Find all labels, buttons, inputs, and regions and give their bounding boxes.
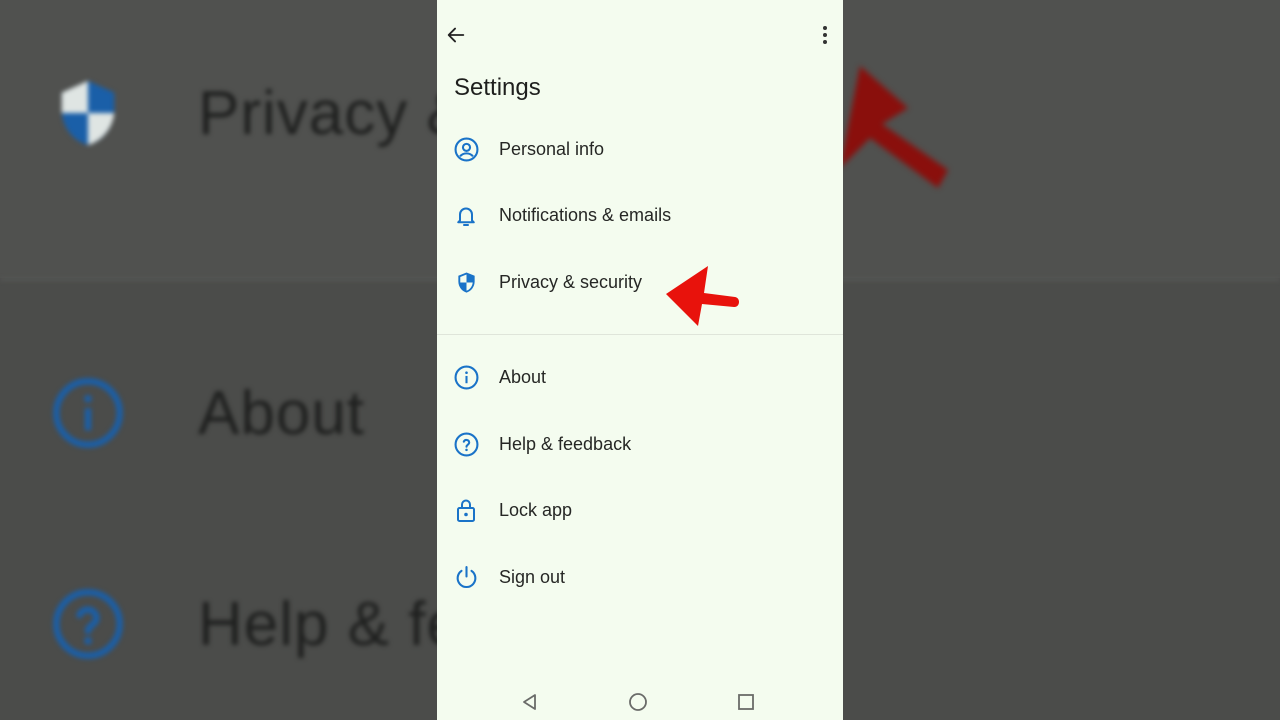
menu-item-label: Privacy & security: [499, 271, 643, 292]
triangle-back-icon: [523, 694, 536, 710]
background-item-help: Help & fe: [50, 586, 462, 662]
menu-item-sign-out[interactable]: Sign out: [437, 553, 843, 601]
nav-back-button[interactable]: [518, 690, 542, 714]
menu-item-label: Help & feedback: [499, 433, 632, 454]
info-icon: [453, 364, 479, 390]
background-pointer-arrow: [830, 58, 960, 213]
bell-icon: [453, 202, 479, 228]
background-item-label: Privacy &: [198, 78, 469, 148]
menu-item-label: Lock app: [499, 499, 573, 520]
section-divider: [437, 334, 843, 335]
menu-item-label: Personal info: [499, 138, 605, 159]
help-icon: [50, 586, 126, 662]
top-app-bar: [437, 12, 843, 58]
account-circle-icon: [453, 136, 479, 162]
lock-icon: [453, 497, 479, 523]
background-item-privacy: Privacy &: [50, 75, 469, 151]
menu-item-lock-app[interactable]: Lock app: [437, 486, 843, 534]
nav-home-button[interactable]: [626, 690, 650, 714]
page-title: Settings: [454, 74, 541, 101]
menu-item-privacy-security[interactable]: Privacy & security: [437, 258, 843, 306]
system-nav-bar: [437, 690, 843, 720]
menu-item-personal-info[interactable]: Personal info: [437, 125, 843, 173]
power-icon: [453, 564, 479, 590]
more-vert-icon: [823, 26, 827, 44]
video-frame: Privacy & About Help & fe Settings Perso…: [0, 0, 1280, 720]
nav-recents-button[interactable]: [734, 690, 758, 714]
shield-icon: [50, 75, 126, 151]
red-pointer-arrow: [664, 264, 742, 333]
arrow-left-icon: [447, 27, 465, 43]
menu-item-label: About: [499, 366, 547, 387]
menu-item-label: Notifications & emails: [499, 204, 672, 225]
info-icon: [50, 375, 126, 451]
menu-item-about[interactable]: About: [437, 353, 843, 401]
shield-icon: [453, 269, 479, 295]
back-button[interactable]: [443, 22, 469, 48]
background-item-label: About: [198, 378, 366, 448]
menu-item-notifications[interactable]: Notifications & emails: [437, 191, 843, 239]
more-options-button[interactable]: [815, 22, 835, 48]
circle-home-icon: [629, 693, 647, 711]
help-icon: [453, 431, 479, 457]
menu-item-help-feedback[interactable]: Help & feedback: [437, 420, 843, 468]
menu-item-label: Sign out: [499, 566, 566, 587]
square-recents-icon: [738, 694, 754, 710]
background-item-label: Help & fe: [198, 589, 463, 659]
background-item-about: About: [50, 375, 365, 451]
settings-screen: Settings Personal info Notifications & e…: [437, 0, 843, 720]
